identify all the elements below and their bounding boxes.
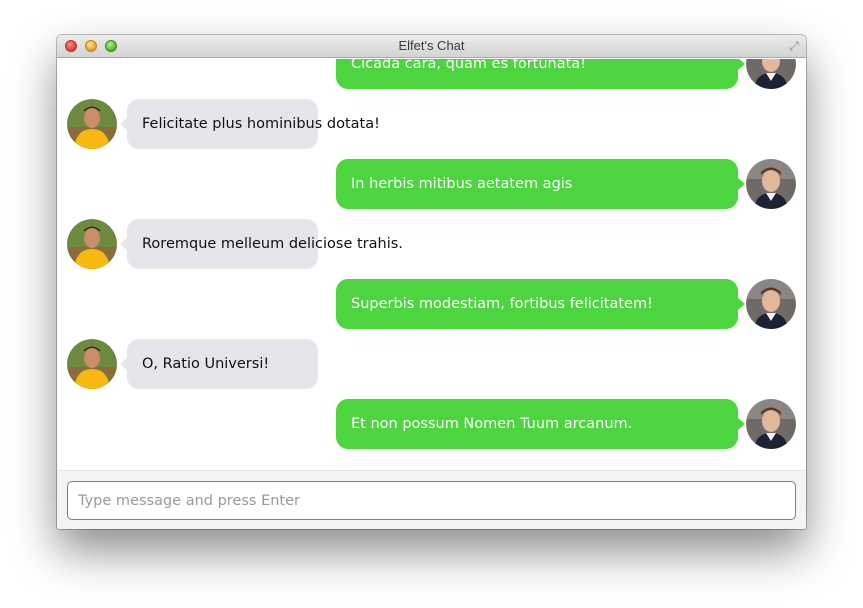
user-avatar xyxy=(746,399,796,449)
message-incoming: Felicitate plus hominibus dotata! xyxy=(57,99,806,149)
message-list[interactable]: Cicada cara, quam es fortunata! Felicita… xyxy=(57,59,806,470)
user-avatar xyxy=(746,159,796,209)
message-incoming: Roremque melleum deliciose trahis. xyxy=(57,219,806,269)
message-outgoing: Superbis modestiam, fortibus felicitatem… xyxy=(57,279,806,329)
message-input[interactable] xyxy=(67,481,796,520)
message-outgoing: Et non possum Nomen Tuum arcanum. xyxy=(57,399,806,449)
message-bubble: Cicada cara, quam es fortunata! xyxy=(336,59,738,89)
title-bar[interactable]: Elfet's Chat ⤢ xyxy=(57,35,806,58)
message-bubble: Roremque melleum deliciose trahis. xyxy=(127,219,403,269)
contact-avatar xyxy=(67,99,117,149)
contact-avatar xyxy=(67,339,117,389)
message-bubble: Superbis modestiam, fortibus felicitatem… xyxy=(336,279,738,329)
message-outgoing: In herbis mitibus aetatem agis xyxy=(57,159,806,209)
user-avatar xyxy=(746,279,796,329)
message-bubble: O, Ratio Universi! xyxy=(127,339,318,389)
window-title: Elfet's Chat xyxy=(398,38,465,53)
message-bubble: In herbis mitibus aetatem agis xyxy=(336,159,738,209)
contact-avatar xyxy=(67,219,117,269)
message-bubble: Felicitate plus hominibus dotata! xyxy=(127,99,380,149)
chat-window: Elfet's Chat ⤢ Cicada cara, quam es fort… xyxy=(57,35,806,529)
composer-bar xyxy=(57,470,806,529)
message-bubble: Et non possum Nomen Tuum arcanum. xyxy=(336,399,738,449)
message-outgoing: Cicada cara, quam es fortunata! xyxy=(57,59,806,89)
fullscreen-icon[interactable]: ⤢ xyxy=(787,39,801,53)
user-avatar xyxy=(746,59,796,89)
message-incoming: O, Ratio Universi! xyxy=(57,339,806,389)
